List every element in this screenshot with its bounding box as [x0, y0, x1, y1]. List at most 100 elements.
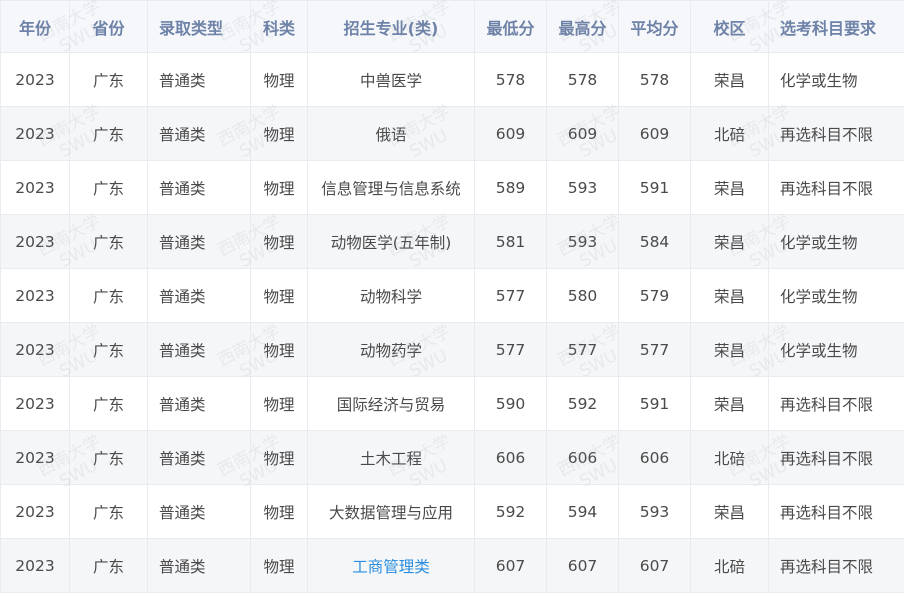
cell-admission-type: 普通类 — [147, 214, 251, 269]
cell-campus: 荣昌 — [690, 160, 769, 215]
cell-province: 广东 — [69, 376, 148, 431]
cell-subject-category: 物理 — [250, 376, 308, 431]
cell-province: 广东 — [69, 484, 148, 539]
table-header-row: 年份 省份 录取类型 科类 招生专业(类) 最低分 最高分 平均分 校区 选考科… — [0, 0, 904, 53]
cell-subject-category: 物理 — [250, 214, 308, 269]
cell-subject-category: 物理 — [250, 106, 308, 161]
header-campus: 校区 — [690, 0, 769, 53]
cell-major: 国际经济与贸易 — [307, 376, 475, 431]
cell-max-score: 609 — [546, 106, 619, 161]
cell-major: 信息管理与信息系统 — [307, 160, 475, 215]
cell-admission-type: 普通类 — [147, 268, 251, 323]
cell-campus: 荣昌 — [690, 322, 769, 377]
cell-year: 2023 — [0, 376, 70, 431]
cell-province: 广东 — [69, 430, 148, 485]
cell-max-score: 607 — [546, 538, 619, 593]
table-row: 2023 广东 普通类 物理 大数据管理与应用 592 594 593 荣昌 再选科目不限 — [0, 484, 904, 539]
cell-province: 广东 — [69, 214, 148, 269]
cell-campus: 北碚 — [690, 538, 769, 593]
cell-major: 大数据管理与应用 — [307, 484, 475, 539]
cell-admission-type: 普通类 — [147, 484, 251, 539]
cell-subject-requirements: 化学或生物 — [768, 322, 904, 377]
cell-subject-requirements: 化学或生物 — [768, 52, 904, 107]
table-row: 2023 广东 普通类 物理 工商管理类 607 607 607 北碚 再选科目不限 — [0, 538, 904, 593]
cell-campus: 荣昌 — [690, 376, 769, 431]
cell-avg-score: 609 — [618, 106, 691, 161]
cell-avg-score: 578 — [618, 52, 691, 107]
cell-max-score: 592 — [546, 376, 619, 431]
cell-province: 广东 — [69, 322, 148, 377]
table-row: 2023 广东 普通类 物理 动物药学 577 577 577 荣昌 化学或生物 — [0, 322, 904, 377]
cell-subject-category: 物理 — [250, 52, 308, 107]
header-subject-requirements: 选考科目要求 — [768, 0, 904, 53]
header-province: 省份 — [69, 0, 148, 53]
major-link[interactable]: 工商管理类 — [352, 558, 430, 576]
cell-campus: 荣昌 — [690, 52, 769, 107]
cell-major: 土木工程 — [307, 430, 475, 485]
cell-major: 中兽医学 — [307, 52, 475, 107]
cell-subject-requirements: 再选科目不限 — [768, 376, 904, 431]
cell-province: 广东 — [69, 52, 148, 107]
cell-year: 2023 — [0, 484, 70, 539]
cell-major: 俄语 — [307, 106, 475, 161]
cell-subject-category: 物理 — [250, 268, 308, 323]
cell-avg-score: 606 — [618, 430, 691, 485]
cell-year: 2023 — [0, 268, 70, 323]
header-max-score: 最高分 — [546, 0, 619, 53]
cell-campus: 荣昌 — [690, 268, 769, 323]
cell-admission-type: 普通类 — [147, 430, 251, 485]
cell-min-score: 577 — [474, 322, 547, 377]
cell-major: 工商管理类 — [307, 538, 475, 593]
table-row: 2023 广东 普通类 物理 俄语 609 609 609 北碚 再选科目不限 — [0, 106, 904, 161]
table-row: 2023 广东 普通类 物理 国际经济与贸易 590 592 591 荣昌 再选科目不限 — [0, 376, 904, 431]
cell-province: 广东 — [69, 160, 148, 215]
cell-subject-category: 物理 — [250, 484, 308, 539]
cell-province: 广东 — [69, 268, 148, 323]
cell-major: 动物科学 — [307, 268, 475, 323]
cell-admission-type: 普通类 — [147, 538, 251, 593]
cell-admission-type: 普通类 — [147, 376, 251, 431]
cell-year: 2023 — [0, 322, 70, 377]
cell-subject-category: 物理 — [250, 538, 308, 593]
cell-year: 2023 — [0, 214, 70, 269]
cell-max-score: 577 — [546, 322, 619, 377]
cell-max-score: 594 — [546, 484, 619, 539]
cell-year: 2023 — [0, 538, 70, 593]
cell-subject-requirements: 再选科目不限 — [768, 160, 904, 215]
cell-min-score: 590 — [474, 376, 547, 431]
cell-year: 2023 — [0, 106, 70, 161]
cell-avg-score: 591 — [618, 160, 691, 215]
cell-subject-requirements: 化学或生物 — [768, 214, 904, 269]
cell-avg-score: 579 — [618, 268, 691, 323]
table-row: 2023 广东 普通类 物理 动物医学(五年制) 581 593 584 荣昌 化学或生物 — [0, 214, 904, 269]
table-body: 2023 广东 普通类 物理 中兽医学 578 578 578 荣昌 化学或生物 2023 广东 普通类… — [0, 52, 904, 593]
header-major: 招生专业(类) — [307, 0, 475, 53]
cell-avg-score: 584 — [618, 214, 691, 269]
cell-subject-requirements: 再选科目不限 — [768, 430, 904, 485]
admission-scores-table: 年份 省份 录取类型 科类 招生专业(类) 最低分 最高分 平均分 校区 选考科… — [0, 0, 904, 593]
cell-subject-category: 物理 — [250, 430, 308, 485]
cell-min-score: 578 — [474, 52, 547, 107]
cell-subject-requirements: 再选科目不限 — [768, 106, 904, 161]
cell-major: 动物医学(五年制) — [307, 214, 475, 269]
table-row: 2023 广东 普通类 物理 土木工程 606 606 606 北碚 再选科目不限 — [0, 430, 904, 485]
cell-max-score: 578 — [546, 52, 619, 107]
cell-campus: 北碚 — [690, 106, 769, 161]
cell-campus: 北碚 — [690, 430, 769, 485]
cell-max-score: 593 — [546, 160, 619, 215]
header-subject-category: 科类 — [250, 0, 308, 53]
cell-min-score: 609 — [474, 106, 547, 161]
cell-min-score: 606 — [474, 430, 547, 485]
cell-subject-category: 物理 — [250, 322, 308, 377]
cell-subject-requirements: 化学或生物 — [768, 268, 904, 323]
cell-province: 广东 — [69, 106, 148, 161]
cell-campus: 荣昌 — [690, 214, 769, 269]
cell-avg-score: 593 — [618, 484, 691, 539]
cell-min-score: 607 — [474, 538, 547, 593]
header-avg-score: 平均分 — [618, 0, 691, 53]
cell-avg-score: 577 — [618, 322, 691, 377]
cell-max-score: 606 — [546, 430, 619, 485]
table-row: 2023 广东 普通类 物理 信息管理与信息系统 589 593 591 荣昌 再选科目不限 — [0, 160, 904, 215]
header-min-score: 最低分 — [474, 0, 547, 53]
header-year: 年份 — [0, 0, 70, 53]
